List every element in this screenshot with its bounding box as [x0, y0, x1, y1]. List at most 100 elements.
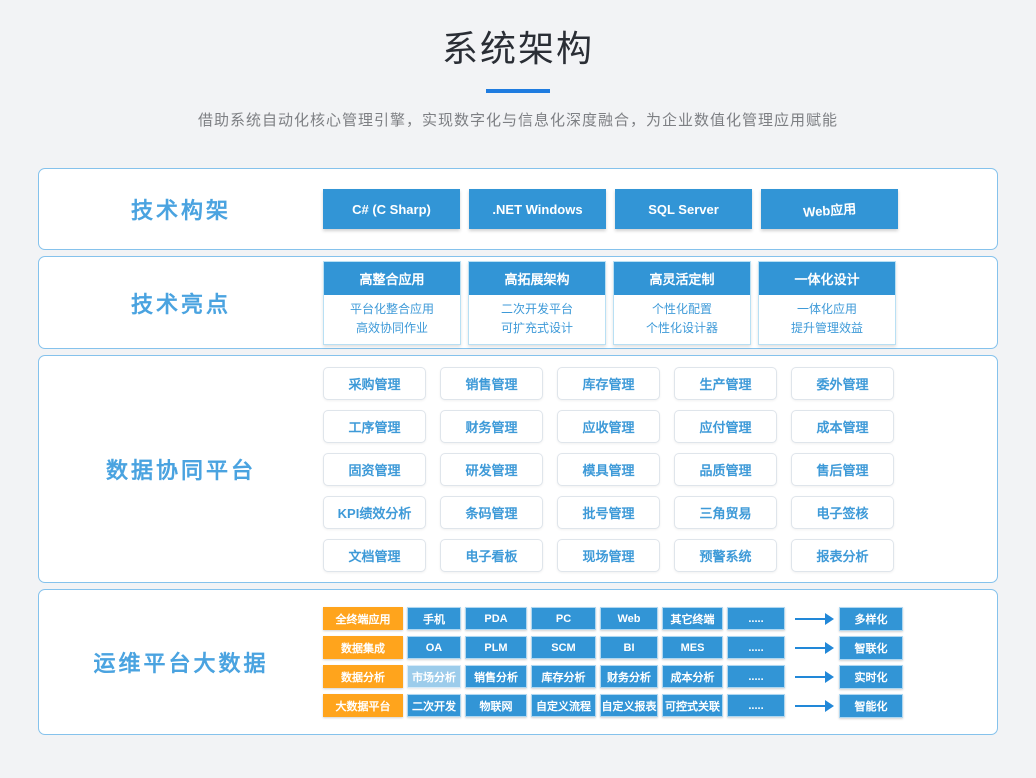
module-chip: 财务管理 — [440, 410, 543, 443]
module-chip: 研发管理 — [440, 453, 543, 486]
section-highlights-label: 技术亮点 — [39, 287, 323, 319]
bigdata-item: 物联网 — [465, 694, 527, 717]
bigdata-item: 自定义流程 — [531, 694, 596, 717]
section-bigdata-label: 运维平台大数据 — [39, 646, 323, 678]
module-chip: 委外管理 — [791, 367, 894, 400]
module-chip: 预警系统 — [674, 539, 777, 572]
highlight-card-extensibility: 高拓展架构 二次开发平台 可扩充式设计 — [468, 261, 606, 345]
highlight-card-line: 高效协同作业 — [324, 319, 460, 338]
module-chip: 电子签核 — [791, 496, 894, 529]
module-chip: 模具管理 — [557, 453, 660, 486]
bigdata-row-analysis: 数据分析 市场分析 销售分析 库存分析 财务分析 成本分析 ..... 实时化 — [323, 665, 903, 688]
bigdata-item: BI — [600, 636, 658, 659]
tech-stack-item-web: Web应用 — [761, 189, 898, 229]
sections-container: 技术构架 C# (C Sharp) .NET Windows SQL Serve… — [0, 168, 1036, 735]
highlight-card-title: 高拓展架构 — [469, 262, 605, 295]
module-chip: 批号管理 — [557, 496, 660, 529]
page-title: 系统架构 — [0, 0, 1036, 72]
tech-stack-item-csharp: C# (C Sharp) — [323, 189, 460, 229]
bigdata-item: 其它终端 — [662, 607, 723, 630]
highlight-card-line: 提升管理效益 — [759, 319, 895, 338]
highlight-cards-row: 高整合应用 平台化整合应用 高效协同作业 高拓展架构 二次开发平台 可扩充式设计… — [323, 261, 896, 345]
bigdata-item: MES — [662, 636, 723, 659]
module-chip: 应收管理 — [557, 410, 660, 443]
bigdata-category: 数据集成 — [323, 636, 403, 659]
bigdata-item: PLM — [465, 636, 527, 659]
module-chip: 现场管理 — [557, 539, 660, 572]
bigdata-result: 智能化 — [839, 694, 903, 718]
highlight-card-body: 平台化整合应用 高效协同作业 — [324, 295, 460, 344]
bigdata-category: 全终端应用 — [323, 607, 403, 630]
highlight-card-title: 高灵活定制 — [614, 262, 750, 295]
bigdata-category: 大数据平台 — [323, 694, 403, 717]
module-chip: 三角贸易 — [674, 496, 777, 529]
bigdata-result: 实时化 — [839, 665, 903, 689]
highlight-card-body: 二次开发平台 可扩充式设计 — [469, 295, 605, 344]
section-platform-label: 数据协同平台 — [39, 453, 323, 485]
bigdata-item: 可控式关联 — [662, 694, 723, 717]
bigdata-item: 市场分析 — [407, 665, 461, 688]
highlight-card-line: 个性化设计器 — [614, 319, 750, 338]
module-chip: 品质管理 — [674, 453, 777, 486]
bigdata-item-ellipsis: ..... — [727, 694, 785, 717]
tech-stack-row: C# (C Sharp) .NET Windows SQL Server Web… — [323, 189, 898, 229]
tech-stack-item-sqlserver: SQL Server — [615, 189, 752, 229]
highlight-card-integration: 高整合应用 平台化整合应用 高效协同作业 — [323, 261, 461, 345]
bigdata-rows: 全终端应用 手机 PDA PC Web 其它终端 ..... 多样化 数据集成 … — [323, 607, 903, 717]
highlight-card-title: 高整合应用 — [324, 262, 460, 295]
module-chip: 文档管理 — [323, 539, 426, 572]
bigdata-item: Web — [600, 607, 658, 630]
title-underline — [486, 89, 550, 93]
bigdata-item: 库存分析 — [531, 665, 596, 688]
tech-stack-item-dotnet: .NET Windows — [469, 189, 606, 229]
module-chip: 电子看板 — [440, 539, 543, 572]
module-chip: 条码管理 — [440, 496, 543, 529]
bigdata-item: 销售分析 — [465, 665, 527, 688]
module-chip: 成本管理 — [791, 410, 894, 443]
tech-stack-item-web-label: Web应用 — [802, 198, 856, 221]
module-chip: KPI绩效分析 — [323, 496, 426, 529]
arrow-right-icon — [795, 676, 825, 678]
highlight-card-line: 平台化整合应用 — [324, 300, 460, 319]
bigdata-result: 智联化 — [839, 636, 903, 660]
module-chip: 报表分析 — [791, 539, 894, 572]
module-chip: 售后管理 — [791, 453, 894, 486]
bigdata-item: OA — [407, 636, 461, 659]
bigdata-item: 成本分析 — [662, 665, 723, 688]
bigdata-row-integration: 数据集成 OA PLM SCM BI MES ..... 智联化 — [323, 636, 903, 659]
bigdata-item: 手机 — [407, 607, 461, 630]
bigdata-item: 财务分析 — [600, 665, 658, 688]
bigdata-category: 数据分析 — [323, 665, 403, 688]
section-bigdata: 运维平台大数据 全终端应用 手机 PDA PC Web 其它终端 ..... 多… — [38, 589, 998, 735]
module-chip: 采购管理 — [323, 367, 426, 400]
section-platform: 数据协同平台 采购管理 销售管理 库存管理 生产管理 委外管理 工序管理 财务管… — [38, 355, 998, 583]
bigdata-item: 二次开发 — [407, 694, 461, 717]
module-chip: 应付管理 — [674, 410, 777, 443]
highlight-card-title: 一体化设计 — [759, 262, 895, 295]
system-architecture-page: 系统架构 借助系统自动化核心管理引擎，实现数字化与信息化深度融合，为企业数值化管… — [0, 0, 1036, 778]
highlight-card-flexibility: 高灵活定制 个性化配置 个性化设计器 — [613, 261, 751, 345]
bigdata-result: 多样化 — [839, 607, 903, 631]
bigdata-item: 自定义报表 — [600, 694, 658, 717]
arrow-right-icon — [795, 705, 825, 707]
highlight-card-body: 个性化配置 个性化设计器 — [614, 295, 750, 344]
section-highlights: 技术亮点 高整合应用 平台化整合应用 高效协同作业 高拓展架构 二次开发平台 可… — [38, 256, 998, 349]
module-chip: 固资管理 — [323, 453, 426, 486]
bigdata-item-ellipsis: ..... — [727, 665, 785, 688]
module-chip: 生产管理 — [674, 367, 777, 400]
highlight-card-line: 可扩充式设计 — [469, 319, 605, 338]
bigdata-row-platform: 大数据平台 二次开发 物联网 自定义流程 自定义报表 可控式关联 ..... 智… — [323, 694, 903, 717]
bigdata-item-ellipsis: ..... — [727, 607, 785, 630]
arrow-right-icon — [795, 618, 825, 620]
bigdata-item-ellipsis: ..... — [727, 636, 785, 659]
module-chip: 库存管理 — [557, 367, 660, 400]
highlight-card-line: 二次开发平台 — [469, 300, 605, 319]
section-tech-stack: 技术构架 C# (C Sharp) .NET Windows SQL Serve… — [38, 168, 998, 250]
module-chip: 销售管理 — [440, 367, 543, 400]
bigdata-item: PC — [531, 607, 596, 630]
section-tech-stack-label: 技术构架 — [39, 193, 323, 225]
page-subtitle: 借助系统自动化核心管理引擎，实现数字化与信息化深度融合，为企业数值化管理应用赋能 — [0, 109, 1036, 130]
bigdata-item: SCM — [531, 636, 596, 659]
highlight-card-line: 一体化应用 — [759, 300, 895, 319]
module-chip: 工序管理 — [323, 410, 426, 443]
